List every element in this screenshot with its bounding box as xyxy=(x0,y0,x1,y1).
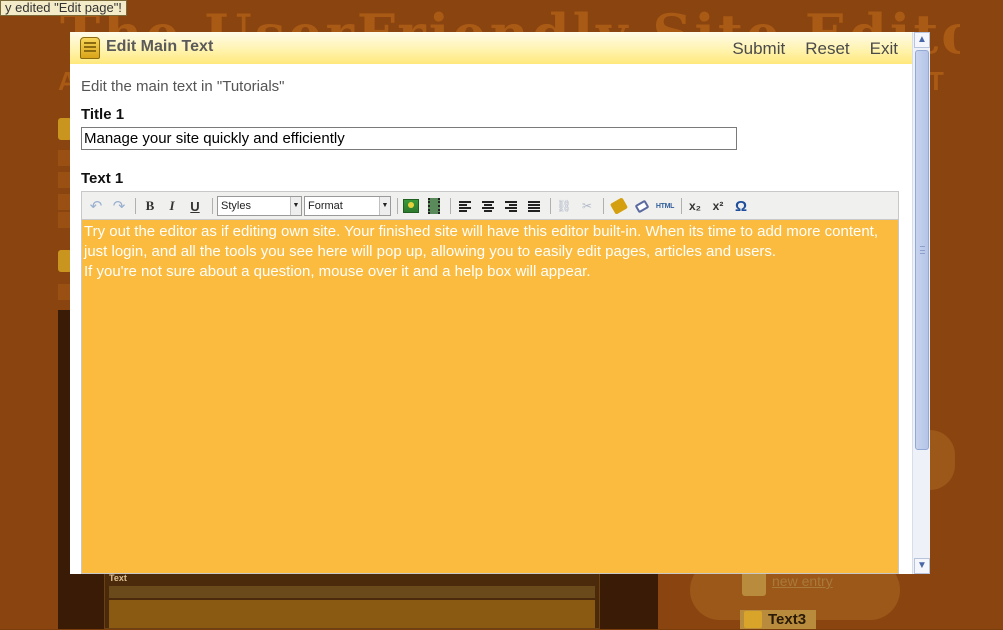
pencil-icon xyxy=(744,611,762,628)
bg-mini-content xyxy=(109,600,595,628)
dialog-titlebar: Edit Main Text Submit Reset Exit xyxy=(70,32,912,64)
align-justify-icon[interactable] xyxy=(524,196,544,216)
editor-content[interactable]: Try out the editor as if editing own sit… xyxy=(82,221,898,573)
format-select-value: Format xyxy=(308,200,343,212)
dialog-intro: Edit the main text in "Tutorials" xyxy=(81,78,285,95)
align-center-icon[interactable] xyxy=(478,196,498,216)
italic-button[interactable]: I xyxy=(162,196,182,216)
bg-letter: T xyxy=(928,66,944,96)
align-right-icon[interactable] xyxy=(501,196,521,216)
insert-image-icon[interactable] xyxy=(401,196,421,216)
bg-text-fragment xyxy=(58,194,70,210)
eraser-icon[interactable] xyxy=(632,196,652,216)
undo-icon[interactable]: ↶ xyxy=(86,196,106,216)
exit-button[interactable]: Exit xyxy=(870,39,898,59)
bg-text-fragment xyxy=(58,172,70,188)
link-icon[interactable]: ⛓ xyxy=(554,196,574,216)
html-source-button[interactable]: HTML xyxy=(655,196,675,216)
subscript-button[interactable]: x₂ xyxy=(685,196,705,216)
edit-main-text-dialog: Edit Main Text Submit Reset Exit Edit th… xyxy=(70,32,930,574)
format-select[interactable]: Format ▼ xyxy=(304,196,391,216)
reset-button[interactable]: Reset xyxy=(805,39,849,59)
dialog-scrollbar[interactable]: ▲ ▼ xyxy=(912,32,930,574)
rich-text-editor: ↶ ↷ B I U Styles ▼ Format ▼ ⛓ ✂ HTML x₂ … xyxy=(81,191,899,574)
submit-button[interactable]: Submit xyxy=(732,39,785,59)
new-entry-link[interactable]: new entry xyxy=(772,573,833,589)
align-left-icon[interactable] xyxy=(455,196,475,216)
bg-text-fragment xyxy=(58,284,70,300)
editor-toolbar: ↶ ↷ B I U Styles ▼ Format ▼ ⛓ ✂ HTML x₂ … xyxy=(82,192,898,220)
toolbar-separator xyxy=(450,198,451,214)
bold-button[interactable]: B xyxy=(140,196,160,216)
editor-paragraph: Try out the editor as if editing own sit… xyxy=(84,223,879,260)
editor-paragraph: If you're not sure about a question, mou… xyxy=(84,263,591,280)
bg-text-fragment xyxy=(58,212,70,228)
cleanup-icon[interactable] xyxy=(609,196,629,216)
redo-icon[interactable]: ↷ xyxy=(109,196,129,216)
bg-mini-toolbar xyxy=(109,586,595,598)
grip-icon xyxy=(920,246,925,254)
chevron-down-icon: ▼ xyxy=(379,197,390,215)
text1-label: Text 1 xyxy=(81,170,124,187)
bg-mini-label: Text xyxy=(109,573,127,583)
toolbar-separator xyxy=(550,198,551,214)
title1-input[interactable] xyxy=(81,127,737,150)
bg-text-fragment xyxy=(58,150,70,166)
scrollbar-thumb[interactable] xyxy=(915,50,929,450)
chevron-down-icon: ▼ xyxy=(290,197,301,215)
text3-label: Text3 xyxy=(740,610,816,629)
scroll-down-icon[interactable]: ▼ xyxy=(914,558,930,574)
bg-mini-editor: Text xyxy=(104,570,600,629)
toolbar-separator xyxy=(397,198,398,214)
dialog-title: Edit Main Text xyxy=(106,38,214,55)
underline-button[interactable]: U xyxy=(185,196,205,216)
scroll-icon xyxy=(80,37,100,59)
insert-media-icon[interactable] xyxy=(424,196,444,216)
special-character-button[interactable]: Ω xyxy=(731,196,751,216)
toolbar-separator xyxy=(603,198,604,214)
status-tooltip: y edited "Edit page"! xyxy=(0,0,127,16)
title1-label: Title 1 xyxy=(81,106,125,123)
unlink-icon[interactable]: ✂ xyxy=(577,196,597,216)
toolbar-separator xyxy=(681,198,682,214)
scroll-up-icon[interactable]: ▲ xyxy=(914,32,930,48)
toolbar-separator xyxy=(135,198,136,214)
toolbar-separator xyxy=(212,198,213,214)
styles-select[interactable]: Styles ▼ xyxy=(217,196,302,216)
styles-select-value: Styles xyxy=(221,200,251,212)
dialog-actions: Submit Reset Exit xyxy=(732,39,898,59)
text3-text: Text3 xyxy=(768,611,807,628)
superscript-button[interactable]: x² xyxy=(708,196,728,216)
